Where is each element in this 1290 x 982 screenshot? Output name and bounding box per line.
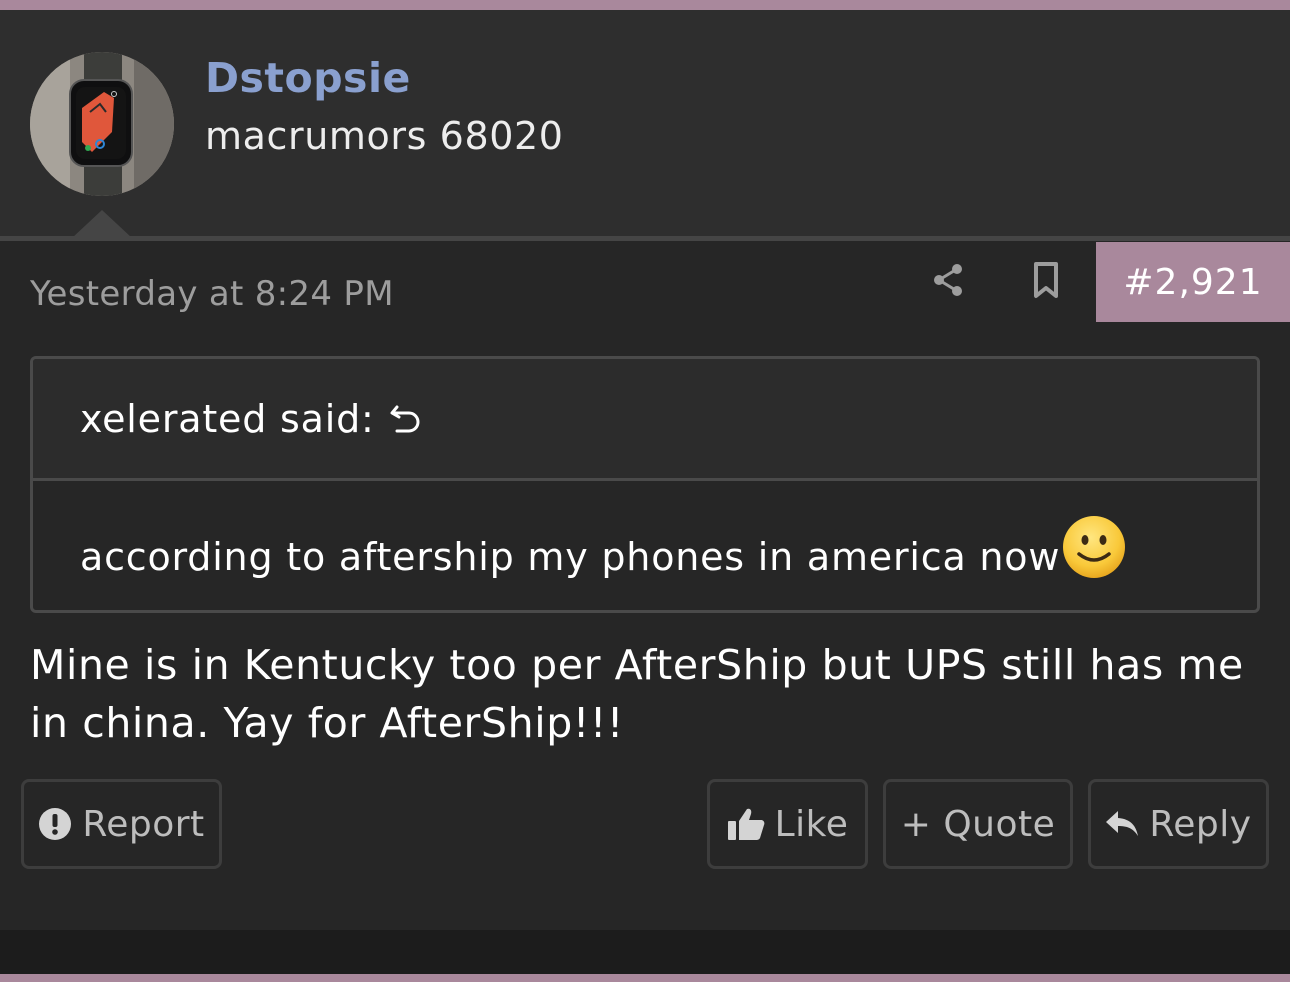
username-link[interactable]: Dstopsie — [205, 54, 411, 102]
top-accent-stripe — [0, 0, 1290, 10]
header-caret — [72, 210, 132, 238]
post-timestamp[interactable]: Yesterday at 8:24 PM — [30, 274, 394, 314]
quote-author[interactable]: xelerated said: — [80, 397, 375, 441]
quote-header: xelerated said: — [33, 359, 1257, 481]
like-button[interactable]: Like — [707, 779, 868, 869]
like-label: Like — [774, 803, 849, 845]
avatar-image — [30, 52, 174, 196]
quote-label: + Quote — [900, 803, 1056, 845]
post-message: Mine is in Kentucky too per AfterShip bu… — [30, 641, 1244, 747]
footer-spacer — [0, 930, 1290, 974]
reply-button[interactable]: Reply — [1088, 779, 1269, 869]
user-header: Dstopsie macrumors 68020 — [0, 10, 1290, 238]
reply-arrow-icon — [1106, 811, 1139, 836]
smiley-emoji-icon — [1063, 516, 1125, 578]
avatar[interactable] — [30, 52, 174, 196]
quote-button[interactable]: + Quote — [883, 779, 1073, 869]
report-button[interactable]: Report — [21, 779, 222, 869]
bookmark-icon[interactable] — [1030, 260, 1062, 300]
exclamation-circle-icon — [39, 808, 72, 840]
share-icon[interactable] — [930, 260, 966, 300]
bottom-accent-stripe — [0, 974, 1290, 982]
quote-jump-icon[interactable] — [389, 399, 425, 439]
quote-text: according to aftership my phones in amer… — [80, 535, 1061, 579]
thumbs-up-icon — [727, 808, 764, 840]
report-label: Report — [82, 803, 205, 845]
post-number-link[interactable]: #2,921 — [1096, 242, 1290, 322]
user-title: macrumors 68020 — [205, 114, 564, 158]
reply-label: Reply — [1149, 803, 1252, 845]
quote-block: xelerated said: according to aftership m… — [30, 356, 1260, 613]
